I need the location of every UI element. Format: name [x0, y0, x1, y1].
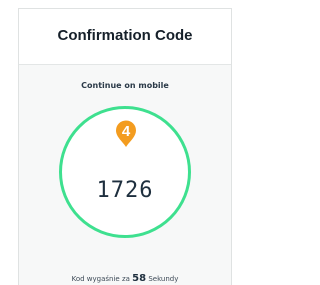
- page-title: Confirmation Code: [57, 27, 193, 44]
- confirmation-code: 1726: [96, 178, 154, 203]
- expiry-text: Kod wygaśnie za 58 Sekundy: [19, 273, 231, 284]
- step-number: 4: [121, 123, 131, 140]
- expiry-suffix: Sekundy: [148, 275, 179, 283]
- instruction-text: Continue on mobile: [81, 81, 169, 90]
- confirmation-panel: Confirmation Code Continue on mobile 4 1…: [18, 8, 232, 285]
- panel-header: Confirmation Code: [19, 9, 231, 65]
- expiry-seconds: 58: [132, 273, 147, 284]
- expiry-prefix: Kod wygaśnie za: [71, 275, 130, 283]
